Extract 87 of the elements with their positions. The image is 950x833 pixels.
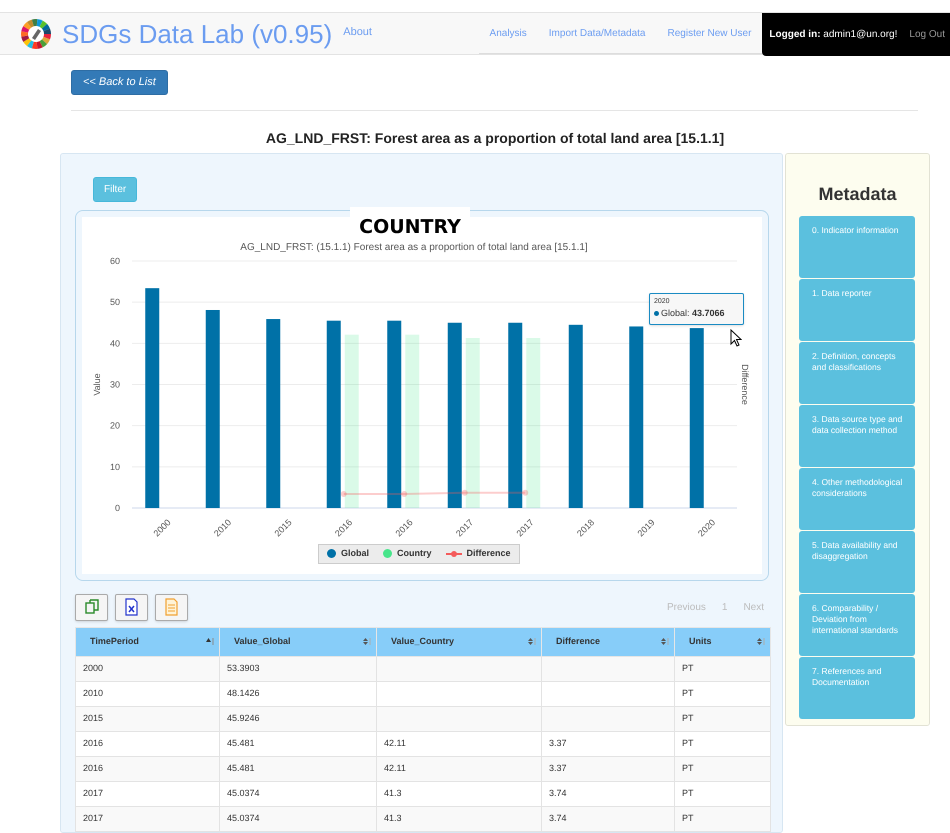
axis-tick-label: 60 — [110, 256, 120, 266]
table-cell: 53.3903 — [227, 663, 260, 673]
table-cell: 45.481 — [227, 763, 255, 773]
logo-icon — [20, 18, 52, 50]
sort-icon — [756, 637, 766, 646]
axis-tick-label: 50 — [110, 296, 120, 307]
filter-button[interactable]: Filter — [93, 176, 138, 202]
axis-title: Difference — [740, 364, 750, 405]
spreadsheet-icon — [123, 598, 140, 616]
sort-icon — [362, 637, 372, 646]
table-cell: PT — [682, 688, 694, 698]
legend-label: Country — [397, 547, 432, 560]
table-cell: 2000 — [83, 663, 104, 673]
column-header[interactable]: Value_Country — [376, 627, 542, 656]
table-cell: 45.481 — [227, 738, 255, 748]
chart-point — [522, 490, 528, 496]
export-button[interactable] — [75, 594, 108, 621]
table-cell: 45.9246 — [227, 713, 260, 723]
cursor-icon — [730, 328, 742, 347]
metadata-item[interactable]: 1. Data reporter — [799, 278, 915, 341]
axis-tick-label: 0 — [114, 502, 120, 513]
table-cell: 45.0374 — [227, 788, 260, 798]
table-cell: 3.74 — [549, 813, 567, 823]
table-cell: 2010 — [83, 688, 104, 698]
metadata-item[interactable]: 4. Other methodological considerations — [799, 468, 915, 530]
page-link[interactable]: 1 — [722, 600, 728, 615]
back-button[interactable]: << Back to List — [71, 70, 168, 95]
table-cell: 2015 — [83, 713, 104, 723]
export-button[interactable] — [115, 594, 148, 621]
column-header[interactable]: Units — [674, 627, 770, 656]
legend-line-icon — [446, 550, 462, 558]
table-cell: 42.11 — [384, 738, 406, 748]
chart-subtitle: AG_LND_FRST: (15.1.1) Forest area as a proportion of total land area [15.1.1] — [240, 242, 588, 253]
metadata-item[interactable]: 2. Definition, concepts and classifications — [799, 342, 915, 404]
table-cell: PT — [682, 763, 694, 773]
copy-icon — [83, 598, 100, 616]
metadata-title: Metadata — [817, 182, 898, 206]
table-cell: 2017 — [83, 813, 104, 823]
table-cell: PT — [682, 813, 694, 823]
about-link[interactable]: About — [343, 24, 372, 40]
nav-link[interactable]: Analysis — [478, 26, 538, 40]
chart-point — [340, 490, 347, 497]
table-cell: 2016 — [83, 763, 104, 773]
table-cell: 3.37 — [549, 763, 567, 773]
table-cell: PT — [682, 663, 694, 673]
column-header[interactable]: Difference — [542, 627, 674, 656]
metadata-item[interactable]: 3. Data source type and data collection method — [799, 404, 915, 467]
metadata-item[interactable]: 6. Comparability / Deviation from international standards — [799, 594, 915, 656]
document-icon — [163, 598, 180, 616]
sort-icon — [660, 637, 670, 646]
table-cell: 3.74 — [549, 788, 567, 798]
next-link[interactable]: Next — [743, 600, 764, 615]
page-title: AG_LND_FRST: Forest area as a proportion of total land area [15.1.1] — [264, 128, 726, 148]
table-cell: 41.3 — [384, 813, 402, 823]
metadata-item[interactable]: 0. Indicator information — [799, 216, 915, 278]
login-status: Logged in: admin1@un.org! — [769, 28, 898, 42]
axis-tick-label: 20 — [110, 420, 120, 430]
table-cell: 41.3 — [384, 788, 402, 798]
chart-point — [462, 490, 468, 496]
legend-label: Difference — [466, 547, 511, 560]
metadata-item[interactable]: 5. Data availability and disaggregation — [799, 530, 915, 593]
axis-tick-label: 40 — [110, 338, 120, 348]
nav-link[interactable]: Register New User — [656, 26, 762, 40]
chart-point — [401, 490, 408, 497]
axis-title: Value — [92, 373, 102, 396]
column-header[interactable]: Value_Global — [220, 627, 376, 656]
nav-link[interactable]: Import Data/Metadata — [538, 26, 656, 40]
legend-label: Global — [341, 547, 370, 560]
table-cell: PT — [682, 738, 694, 748]
sort-icon — [527, 637, 537, 646]
logout-link[interactable]: Log Out — [909, 26, 945, 42]
axis-tick-label: 10 — [110, 462, 120, 472]
table-cell: 3.37 — [549, 738, 567, 748]
series-dot-icon — [654, 311, 659, 316]
metadata-item[interactable]: 7. References and Documentation — [799, 656, 915, 719]
table-cell: PT — [682, 713, 694, 723]
table-cell: 2016 — [83, 738, 104, 748]
table-cell: 48.1426 — [227, 688, 260, 698]
axis-tick-label: 30 — [110, 379, 120, 390]
table-cell: PT — [682, 788, 694, 798]
previous-link[interactable]: Previous — [666, 600, 706, 615]
column-header[interactable]: TimePeriod — [76, 627, 220, 656]
table-cell: 45.0374 — [227, 813, 260, 823]
tooltip-value: Global: 43.7066 — [654, 307, 739, 321]
brand-title[interactable]: SDGs Data Lab (v0.95) — [62, 20, 332, 46]
table-cell: 42.11 — [384, 763, 406, 773]
table-cell: 2017 — [83, 788, 104, 798]
